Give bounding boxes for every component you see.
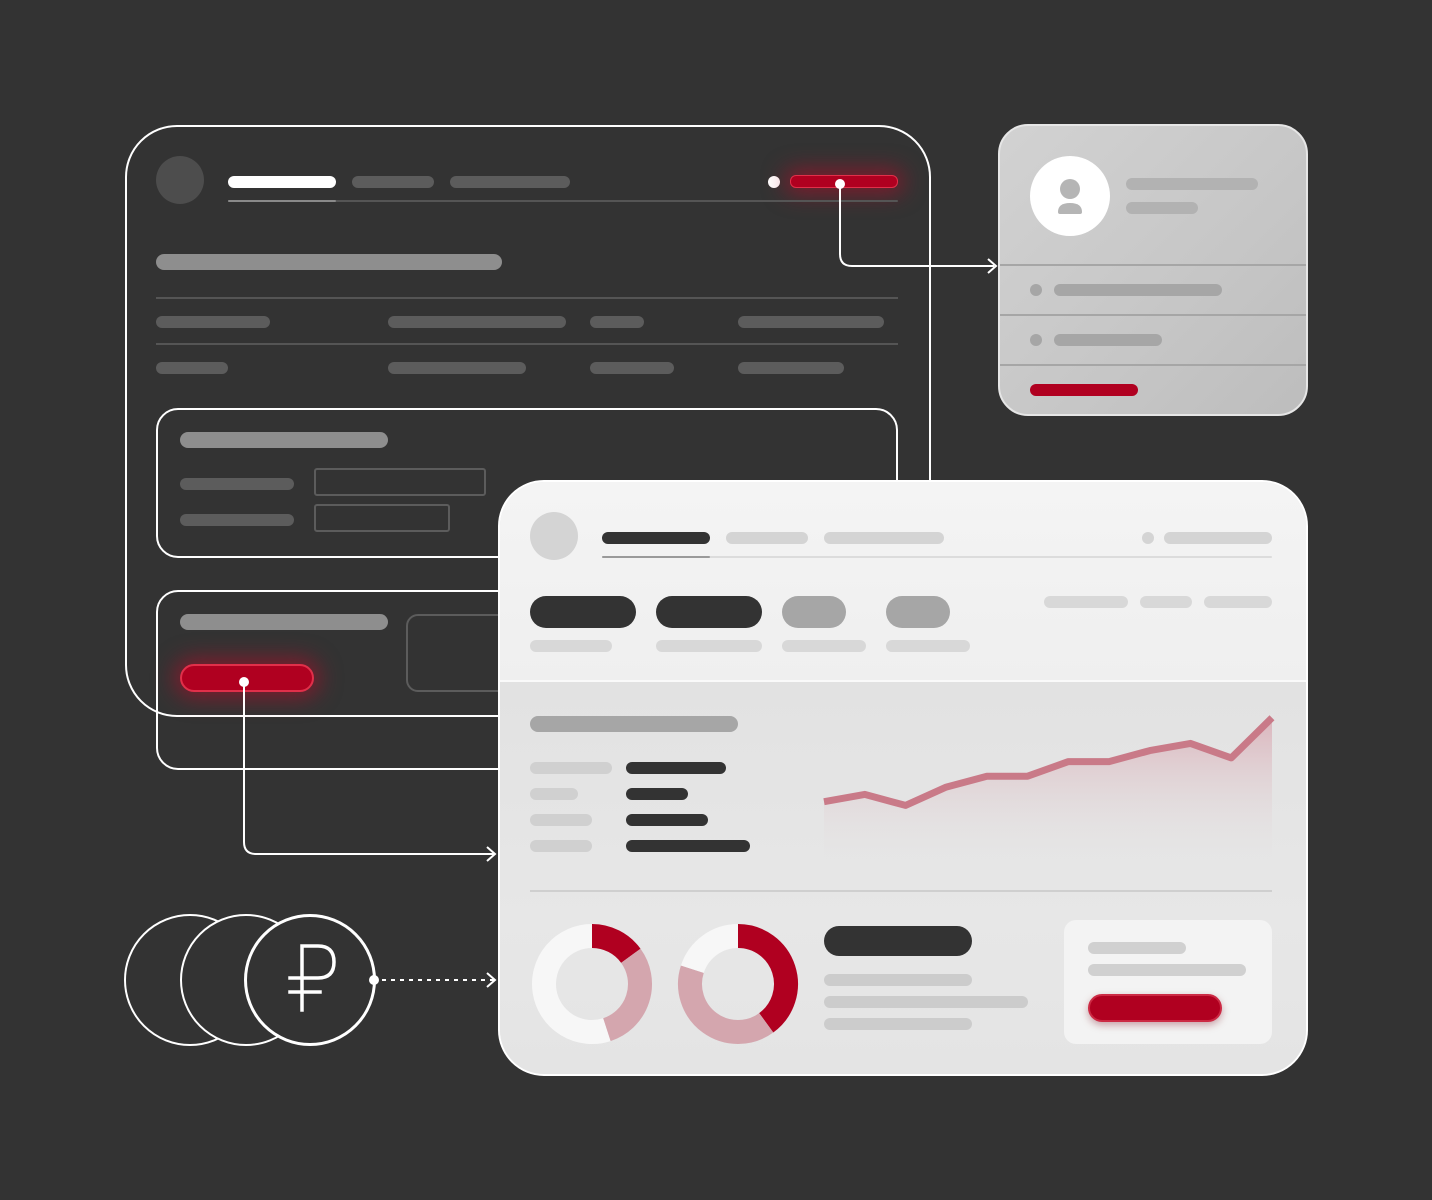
flow-connectors bbox=[239, 179, 998, 988]
